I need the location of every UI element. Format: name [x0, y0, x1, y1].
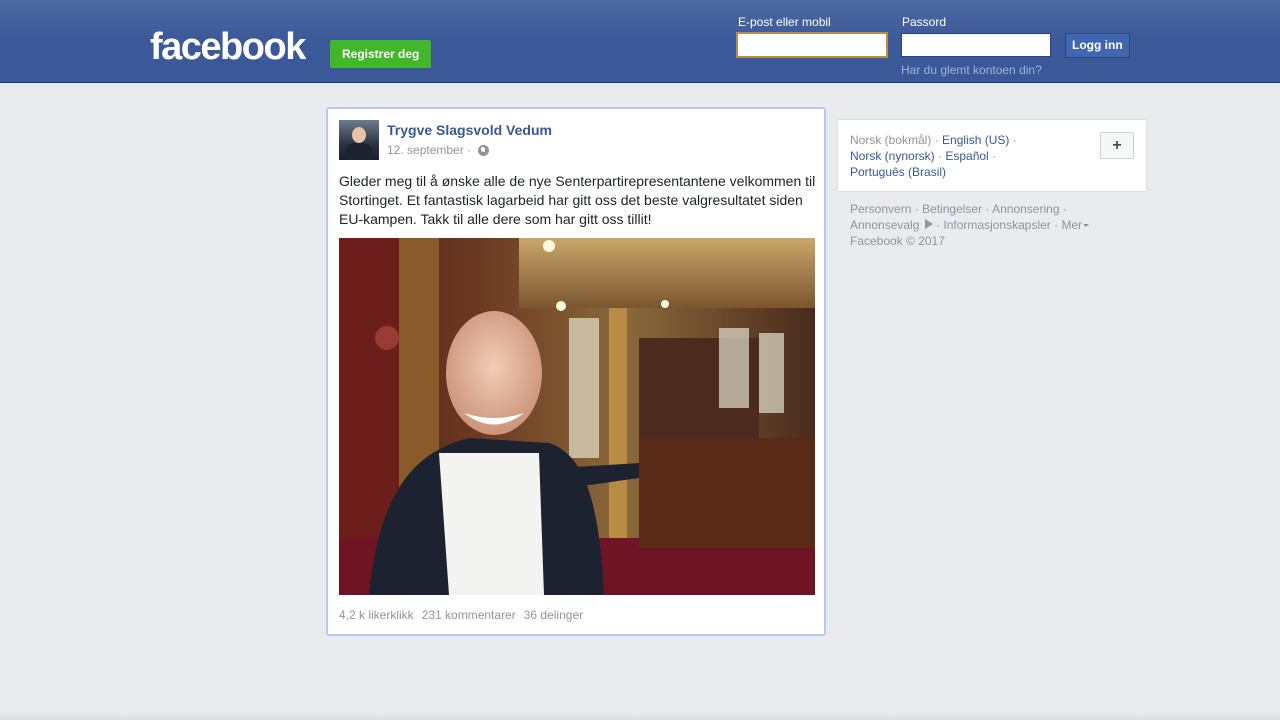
language-list: Norsk (bokmål) · English (US) · Norsk (n…	[850, 133, 1017, 179]
footer-copyright: Facebook © 2017	[850, 234, 945, 248]
likes-count[interactable]: 4,2 k likerklikk	[339, 608, 414, 622]
password-label: Passord	[902, 15, 947, 29]
post-date[interactable]: 12. september ·	[387, 143, 471, 157]
login-button[interactable]: Logg inn	[1065, 33, 1130, 58]
post-author[interactable]: Trygve Slagsvold Vedum	[387, 122, 552, 138]
caret-down-icon	[1083, 224, 1090, 228]
email-field[interactable]	[737, 33, 887, 57]
email-label: E-post eller mobil	[738, 15, 831, 29]
post-meta: 12. september ·	[387, 143, 490, 157]
comments-count[interactable]: 231 kommentarer	[422, 608, 516, 622]
avatar-body	[345, 143, 373, 160]
post-text: Gleder meg til å ønske alle de nye Sente…	[339, 173, 816, 227]
facebook-logo[interactable]: facebook	[150, 27, 306, 67]
post-photo[interactable]	[339, 238, 815, 595]
footer-more[interactable]: Mer	[1061, 218, 1090, 232]
add-language-button[interactable]: +	[1100, 132, 1134, 159]
forgot-account-link[interactable]: Har du glemt kontoen din?	[901, 63, 1042, 77]
footer-privacy[interactable]: Personvern	[850, 202, 911, 216]
footer-advertising[interactable]: Annonsering	[992, 202, 1059, 216]
password-field[interactable]	[901, 33, 1051, 57]
register-button[interactable]: Registrer deg	[330, 40, 432, 68]
post-card: Trygve Slagsvold Vedum 12. september · G…	[326, 107, 826, 636]
avatar-head	[352, 127, 366, 143]
footer-cookies[interactable]: Informasjonskapsler	[943, 218, 1050, 232]
footer-terms[interactable]: Betingelser	[922, 202, 982, 216]
language-current: Norsk (bokmål)	[850, 133, 932, 147]
language-espanol[interactable]: Español	[945, 149, 988, 163]
language-portugues-brasil[interactable]: Português (Brasil)	[850, 165, 946, 179]
adchoices-icon	[924, 219, 933, 229]
bottom-shade	[0, 712, 1280, 720]
avatar[interactable]	[339, 120, 379, 160]
footer-adchoices[interactable]: Annonsevalg	[850, 218, 933, 232]
footer-adchoices-label: Annonsevalg	[850, 218, 920, 232]
language-english-us[interactable]: English (US)	[942, 133, 1009, 147]
globe-icon	[478, 144, 490, 156]
language-box: Norsk (bokmål) · English (US) · Norsk (n…	[837, 119, 1147, 192]
footer-more-label: Mer	[1061, 218, 1083, 232]
language-norsk-nynorsk[interactable]: Norsk (nynorsk)	[850, 149, 935, 163]
shares-count[interactable]: 36 delinger	[524, 608, 583, 622]
footer-links: Personvern · Betingelser · Annonsering ·…	[850, 201, 1130, 249]
top-bar: facebook Registrer deg E-post eller mobi…	[0, 0, 1280, 83]
post-stats: 4,2 k likerklikk 231 kommentarer 36 deli…	[339, 608, 583, 622]
